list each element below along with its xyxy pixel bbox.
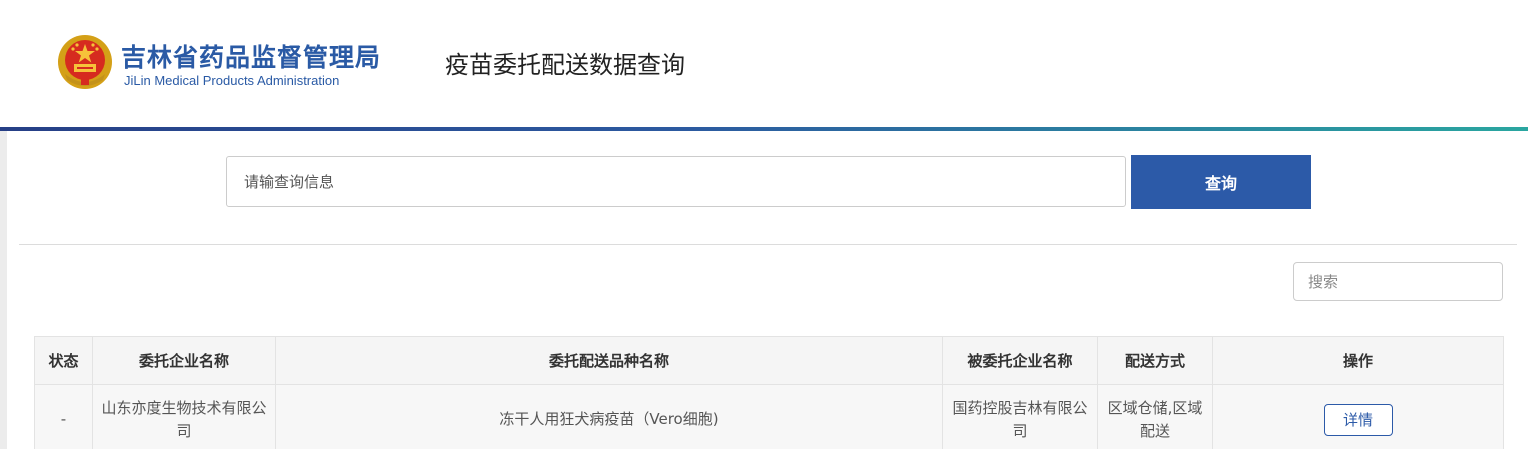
- column-header-product-name[interactable]: 委托配送品种名称: [275, 336, 943, 385]
- left-gutter: [0, 131, 7, 449]
- results-table: 状态 委托企业名称 委托配送品种名称 被委托企业名称 配送方式 操作 - 山东亦…: [34, 336, 1504, 449]
- table-row: - 山东亦度生物技术有限公司 冻干人用狂犬病疫苗（Vero细胞) 国药控股吉林有…: [34, 384, 1504, 449]
- results-table-container: 状态 委托企业名称 委托配送品种名称 被委托企业名称 配送方式 操作 - 山东亦…: [34, 336, 1504, 449]
- org-name-cn: 吉林省药品监督管理局: [121, 43, 382, 72]
- org-name-en: JiLin Medical Products Administration: [124, 73, 340, 88]
- column-header-delivery-method[interactable]: 配送方式: [1097, 336, 1213, 385]
- column-header-entrusted-company[interactable]: 被委托企业名称: [942, 336, 1098, 385]
- cell-entrusting-company: 山东亦度生物技术有限公司: [92, 384, 276, 449]
- page-title: 疫苗委托配送数据查询: [445, 51, 685, 79]
- cell-status: -: [34, 384, 93, 449]
- table-search-input[interactable]: [1293, 262, 1503, 301]
- column-header-action: 操作: [1212, 336, 1504, 385]
- cell-action: 详情: [1212, 384, 1504, 449]
- national-emblem-icon: [58, 35, 112, 89]
- cell-delivery-method: 区域仓储,区域配送: [1097, 384, 1213, 449]
- header-accent-bar: [0, 127, 1528, 131]
- column-header-entrusting-company[interactable]: 委托企业名称: [92, 336, 276, 385]
- cell-product-name: 冻干人用狂犬病疫苗（Vero细胞): [275, 384, 943, 449]
- column-header-status[interactable]: 状态: [34, 336, 93, 385]
- query-button[interactable]: 查询: [1131, 155, 1311, 209]
- query-input[interactable]: [226, 156, 1126, 207]
- cell-entrusted-company: 国药控股吉林有限公司: [942, 384, 1098, 449]
- header: 吉林省药品监督管理局 JiLin Medical Products Admini…: [0, 0, 1528, 127]
- detail-button[interactable]: 详情: [1323, 403, 1393, 436]
- section-divider: [19, 244, 1517, 245]
- table-header-row: 状态 委托企业名称 委托配送品种名称 被委托企业名称 配送方式 操作: [34, 336, 1504, 385]
